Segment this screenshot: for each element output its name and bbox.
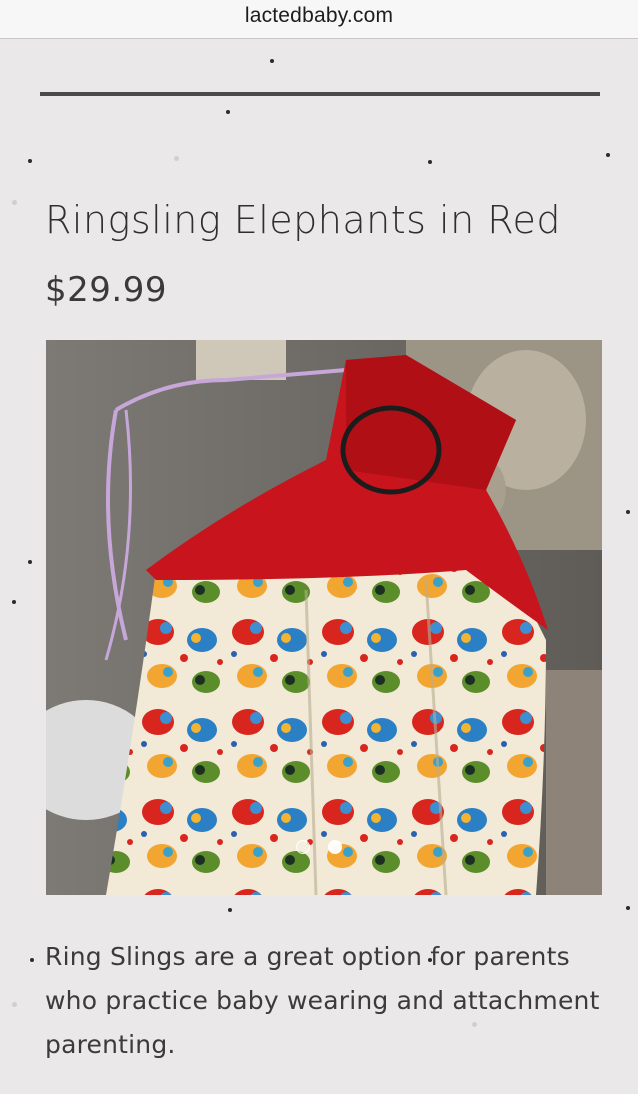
- product-image[interactable]: [46, 340, 602, 895]
- gallery-dot-1[interactable]: [296, 840, 310, 854]
- url-text: lactedbaby.com: [244, 4, 394, 27]
- decor-speck: [428, 160, 432, 164]
- ring-sling-photo: [46, 340, 602, 895]
- decor-speck: [28, 159, 32, 163]
- decor-speck: [606, 153, 610, 157]
- product-page: Ringsling Elephants in Red $29.99 Ring S…: [0, 40, 638, 1094]
- decor-speck: [626, 906, 630, 910]
- gallery-dots: [296, 840, 342, 854]
- decor-speck: [226, 110, 230, 114]
- browser-address-bar[interactable]: lactedbaby.com: [0, 0, 638, 39]
- gallery-dot-2[interactable]: [328, 840, 342, 854]
- decor-speck: [28, 560, 32, 564]
- decor-speck: [228, 908, 232, 912]
- product-price: $29.99: [45, 270, 167, 310]
- decor-speck: [174, 156, 179, 161]
- decor-speck: [270, 59, 274, 63]
- decor-speck: [30, 958, 34, 962]
- product-title: Ringsling Elephants in Red: [45, 198, 561, 242]
- product-description: Ring Slings are a great option for paren…: [45, 942, 600, 1059]
- decor-speck: [12, 1002, 17, 1007]
- header-divider: [40, 92, 600, 96]
- decor-speck: [12, 600, 16, 604]
- decor-speck: [626, 510, 630, 514]
- decor-speck: [12, 200, 17, 205]
